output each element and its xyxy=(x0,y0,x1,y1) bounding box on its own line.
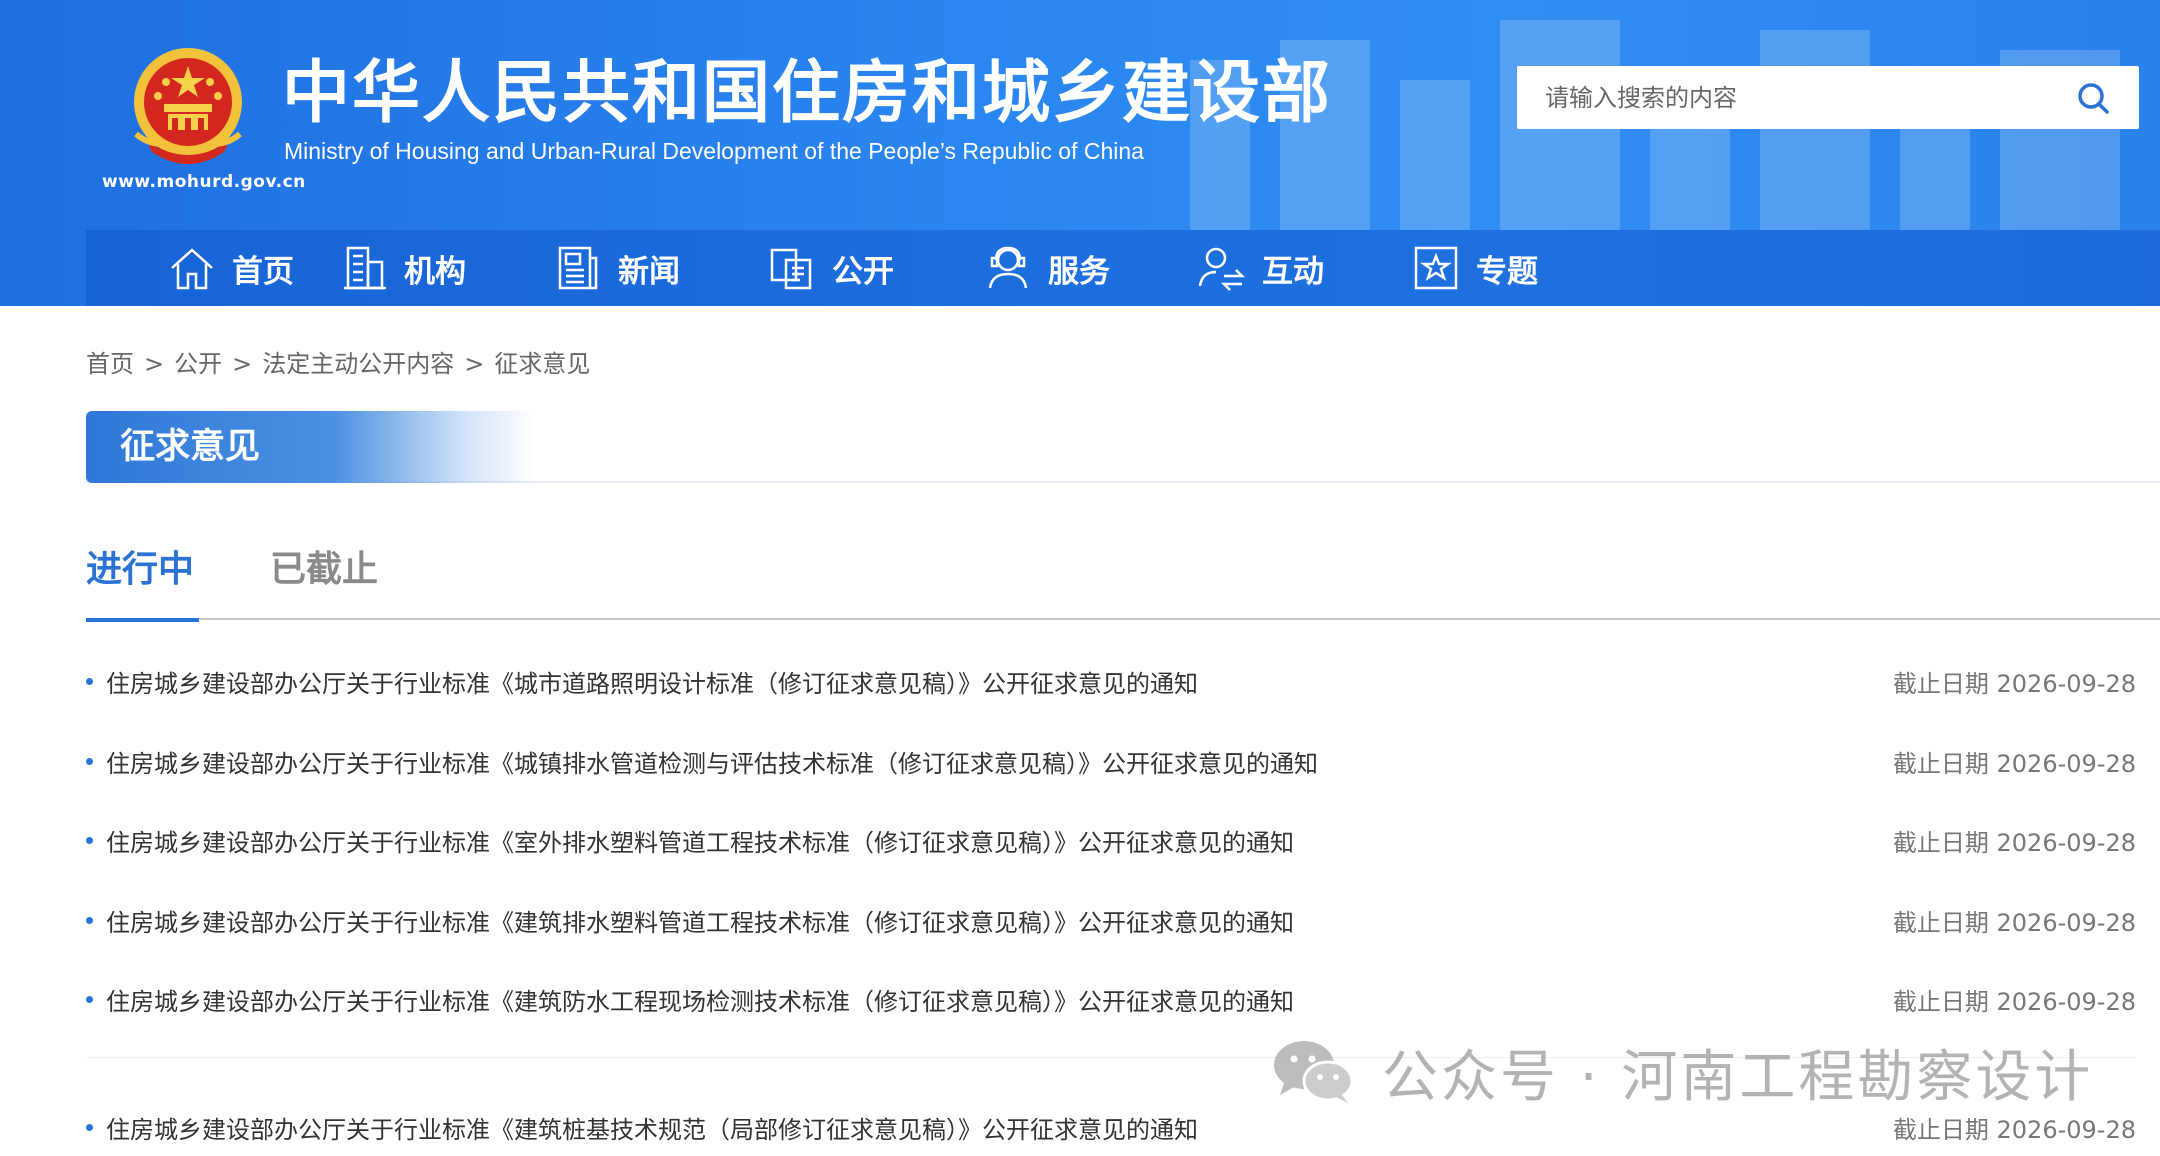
breadcrumb-separator: > xyxy=(464,350,485,378)
breadcrumb-item-current[interactable]: 征求意见 xyxy=(494,350,590,378)
nav-item-label: 机构 xyxy=(404,253,466,290)
tab-ongoing[interactable]: 进行中 xyxy=(86,540,200,622)
search-input[interactable] xyxy=(1517,66,2077,129)
site-url: www.mohurd.gov.cn xyxy=(102,172,306,192)
list-item-title[interactable]: 住房城乡建设部办公厅关于行业标准《城市道路照明设计标准（修订征求意见稿）》公开征… xyxy=(106,664,1198,699)
nav-item-disclosure[interactable]: 公开 xyxy=(766,230,894,306)
section-header: 征求意见 xyxy=(86,411,2160,483)
list-item[interactable]: 住房城乡建设部办公厅关于行业标准《室外排水塑料管道工程技术标准（修订征求意见稿）… xyxy=(86,815,2136,865)
breadcrumb-separator: > xyxy=(144,350,165,378)
nav-item-organization[interactable]: 机构 xyxy=(338,230,466,306)
site-title-cn: 中华人民共和国住房和城乡建设部 xyxy=(282,54,1333,133)
list-item-deadline: 截止日期 2026-09-28 xyxy=(1892,670,2136,698)
service-icon xyxy=(988,246,1028,289)
breadcrumb-item-home[interactable]: 首页 xyxy=(86,350,134,378)
nav-item-home[interactable]: 首页 xyxy=(166,230,294,306)
breadcrumb-item-disclosure[interactable]: 公开 xyxy=(174,350,222,378)
bullet-icon xyxy=(86,996,93,1003)
site-header: www.mohurd.gov.cn 中华人民共和国住房和城乡建设部 Minist… xyxy=(0,0,2160,306)
nav-item-topic[interactable]: 专题 xyxy=(1410,230,1538,306)
nav-item-label: 专题 xyxy=(1476,253,1538,290)
nav-item-interaction[interactable]: 互动 xyxy=(1196,230,1324,306)
list-item-deadline: 截止日期 2026-09-28 xyxy=(1892,988,2136,1016)
list-item-title[interactable]: 住房城乡建设部办公厅关于行业标准《城镇排水管道检测与评估技术标准（修订征求意见稿… xyxy=(106,744,1318,779)
bullet-icon xyxy=(86,758,93,765)
wechat-icon xyxy=(1274,1041,1354,1103)
news-icon xyxy=(558,246,598,290)
list-item-deadline: 截止日期 2026-09-28 xyxy=(1892,909,2136,937)
watermark-text: 公众号 · 河南工程勘察设计 xyxy=(1382,1044,2094,1110)
list-item-deadline: 截止日期 2026-09-28 xyxy=(1892,1116,2136,1144)
topic-star-icon xyxy=(1414,246,1458,290)
wechat-watermark: 公众号 · 河南工程勘察设计 xyxy=(1272,1036,2093,1110)
search-icon[interactable] xyxy=(2077,82,2109,114)
breadcrumb-item-statutory[interactable]: 法定主动公开内容 xyxy=(262,350,454,378)
list-item-title[interactable]: 住房城乡建设部办公厅关于行业标准《室外排水塑料管道工程技术标准（修订征求意见稿）… xyxy=(106,823,1294,858)
list-item-deadline: 截止日期 2026-09-28 xyxy=(1892,829,2136,857)
national-emblem-icon xyxy=(134,48,242,164)
tab-closed[interactable]: 已截止 xyxy=(270,540,378,620)
home-icon xyxy=(171,248,213,290)
nav-item-label: 公开 xyxy=(832,253,894,290)
list-item[interactable]: 住房城乡建设部办公厅关于行业标准《建筑排水塑料管道工程技术标准（修订征求意见稿）… xyxy=(86,895,2136,945)
nav-item-label: 新闻 xyxy=(618,253,680,290)
nav-item-label: 互动 xyxy=(1262,253,1324,290)
nav-item-service[interactable]: 服务 xyxy=(982,230,1110,306)
building-icon xyxy=(344,246,386,290)
nav-item-news[interactable]: 新闻 xyxy=(552,230,680,306)
nav-item-label: 服务 xyxy=(1048,253,1110,290)
bullet-icon xyxy=(86,678,93,685)
list-item[interactable]: 住房城乡建设部办公厅关于行业标准《建筑防水工程现场检测技术标准（修订征求意见稿）… xyxy=(86,974,2136,1024)
status-tabs: 进行中 已截止 xyxy=(86,540,2160,622)
interaction-icon xyxy=(1198,247,1246,291)
list-item-title[interactable]: 住房城乡建设部办公厅关于行业标准《建筑排水塑料管道工程技术标准（修订征求意见稿）… xyxy=(106,903,1294,938)
list-item[interactable]: 住房城乡建设部办公厅关于行业标准《城镇排水管道检测与评估技术标准（修订征求意见稿… xyxy=(86,736,2136,786)
list-item-deadline: 截止日期 2026-09-28 xyxy=(1892,750,2136,778)
list-item-title[interactable]: 住房城乡建设部办公厅关于行业标准《建筑桩基技术规范（局部修订征求意见稿）》公开征… xyxy=(106,1110,1198,1145)
list-item-title[interactable]: 住房城乡建设部办公厅关于行业标准《建筑防水工程现场检测技术标准（修订征求意见稿）… xyxy=(106,982,1294,1017)
site-title-en: Ministry of Housing and Urban-Rural Deve… xyxy=(284,138,1144,164)
disclosure-icon xyxy=(770,248,812,290)
main-nav: 首页 机构 新闻 公开 服务 互动 专题 xyxy=(86,230,2160,306)
list-item[interactable]: 住房城乡建设部办公厅关于行业标准《城市道路照明设计标准（修订征求意见稿）》公开征… xyxy=(86,656,2136,706)
search-box xyxy=(1517,66,2139,129)
bullet-icon xyxy=(86,917,93,924)
nav-item-label: 首页 xyxy=(232,253,294,290)
section-title: 征求意见 xyxy=(86,411,536,483)
breadcrumb-separator: > xyxy=(232,350,253,378)
bullet-icon xyxy=(86,1124,93,1131)
bullet-icon xyxy=(86,837,93,844)
breadcrumb: 首页 > 公开 > 法定主动公开内容 > 征求意见 xyxy=(86,344,590,379)
